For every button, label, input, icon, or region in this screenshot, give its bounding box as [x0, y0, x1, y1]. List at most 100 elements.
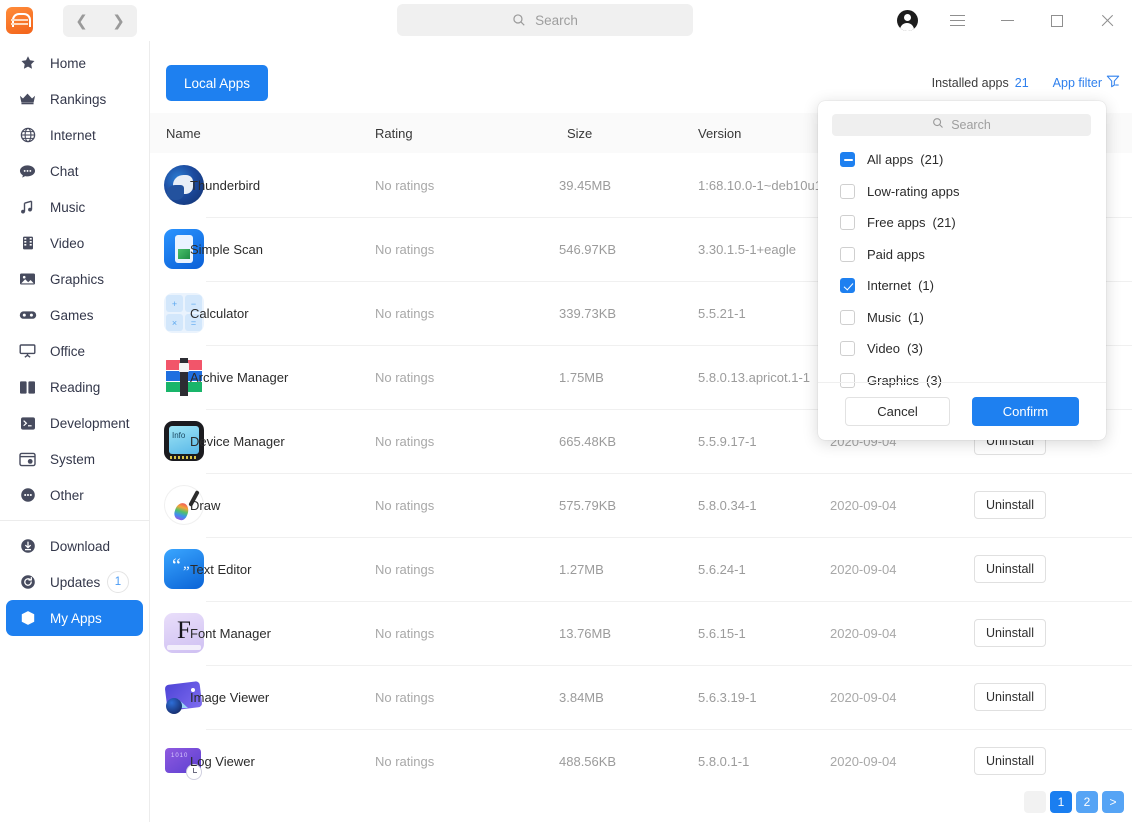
sidebar-item-rankings[interactable]: Rankings: [6, 81, 143, 117]
system-icon: [18, 452, 37, 467]
pagination: < 1 2 >: [1024, 791, 1124, 813]
app-name: Text Editor: [190, 562, 251, 577]
filter-option-all-apps[interactable]: All apps(21): [818, 144, 1106, 176]
pagination-next[interactable]: >: [1102, 791, 1124, 813]
crown-icon: [18, 91, 37, 107]
app-rating: No ratings: [375, 306, 434, 321]
filter-option-list: All apps(21)Low-rating appsFree apps(21)…: [818, 144, 1106, 396]
filter-option-count: (1): [918, 278, 934, 293]
filter-option-low-rating-apps[interactable]: Low-rating apps: [818, 176, 1106, 208]
sidebar-item-download[interactable]: Download: [6, 528, 143, 564]
star-icon: [18, 55, 37, 71]
sidebar-item-home[interactable]: Home: [6, 45, 143, 81]
sidebar-item-video[interactable]: Video: [6, 225, 143, 261]
search-icon: [512, 13, 526, 27]
menu-button[interactable]: [932, 0, 982, 41]
filter-icon: [1106, 74, 1120, 91]
app-size: 546.97KB: [559, 242, 616, 257]
checkbox-icon[interactable]: [840, 184, 855, 199]
book-icon: [18, 380, 37, 395]
uninstall-button[interactable]: Uninstall: [974, 747, 1046, 775]
table-row[interactable]: 1010Log ViewerNo ratings488.56KB5.8.0.1-…: [150, 729, 1132, 793]
cube-icon: [18, 610, 37, 626]
sidebar-item-label: Updates: [50, 575, 100, 590]
global-search-input[interactable]: Search: [397, 4, 693, 36]
app-size: 575.79KB: [559, 498, 616, 513]
filter-option-label: Paid apps: [867, 247, 925, 262]
sidebar-item-label: Download: [50, 539, 110, 554]
pagination-prev[interactable]: <: [1024, 791, 1046, 813]
checkbox-icon[interactable]: [840, 278, 855, 293]
filter-option-paid-apps[interactable]: Paid apps: [818, 239, 1106, 271]
uninstall-button-wrap: Uninstall: [974, 683, 1046, 711]
filter-option-video[interactable]: Video(3): [818, 333, 1106, 365]
sidebar-item-my-apps[interactable]: My Apps: [6, 600, 143, 636]
sidebar-item-system[interactable]: System: [6, 441, 143, 477]
filter-option-label: Internet: [867, 278, 911, 293]
table-row[interactable]: DrawNo ratings575.79KB5.8.0.34-12020-09-…: [150, 473, 1132, 537]
sidebar-item-label: Other: [50, 488, 84, 503]
checkbox-icon[interactable]: [840, 247, 855, 262]
minimize-button[interactable]: [982, 0, 1032, 41]
checkbox-icon[interactable]: [840, 310, 855, 325]
pagination-page-2[interactable]: 2: [1076, 791, 1098, 813]
forward-button[interactable]: ❯: [100, 5, 137, 37]
uninstall-button[interactable]: Uninstall: [974, 619, 1046, 647]
app-size: 665.48KB: [559, 434, 616, 449]
installed-apps-label: Installed apps: [932, 76, 1009, 90]
sidebar-item-label: Reading: [50, 380, 100, 395]
table-row[interactable]: “”Text EditorNo ratings1.27MB5.6.24-1202…: [150, 537, 1132, 601]
app-name: Thunderbird: [190, 178, 260, 193]
app-name: Calculator: [190, 306, 249, 321]
sidebar-item-reading[interactable]: Reading: [6, 369, 143, 405]
film-icon: [18, 235, 37, 251]
app-version: 5.8.0.1-1: [698, 754, 749, 769]
app-size: 339.73KB: [559, 306, 616, 321]
uninstall-button[interactable]: Uninstall: [974, 491, 1046, 519]
sidebar-item-games[interactable]: Games: [6, 297, 143, 333]
sidebar-item-updates[interactable]: Updates1: [6, 564, 143, 600]
sidebar-item-office[interactable]: Office: [6, 333, 143, 369]
pagination-page-1[interactable]: 1: [1050, 791, 1072, 813]
sidebar-item-internet[interactable]: Internet: [6, 117, 143, 153]
app-rating: No ratings: [375, 626, 434, 641]
sidebar-divider: [0, 520, 149, 521]
filter-option-label: All apps: [867, 152, 913, 167]
sidebar-item-label: Development: [50, 416, 130, 431]
app-filter-button[interactable]: App filter: [1053, 74, 1120, 91]
confirm-button[interactable]: Confirm: [972, 397, 1079, 426]
cancel-button[interactable]: Cancel: [845, 397, 950, 426]
uninstall-button[interactable]: Uninstall: [974, 555, 1046, 583]
filter-option-label: Music: [867, 310, 901, 325]
back-button[interactable]: ❮: [63, 5, 100, 37]
app-rating: No ratings: [375, 178, 434, 193]
app-rating: No ratings: [375, 242, 434, 257]
app-window: ❮ ❯ Search HomeRankingsInternetChatMusic…: [0, 0, 1132, 822]
uninstall-button[interactable]: Uninstall: [974, 683, 1046, 711]
checkbox-icon[interactable]: [840, 215, 855, 230]
app-version: 1:68.10.0-1~deb10u1: [698, 178, 822, 193]
sidebar-item-development[interactable]: Development: [6, 405, 143, 441]
app-install-date: 2020-09-04: [830, 626, 897, 641]
local-apps-button[interactable]: Local Apps: [166, 65, 268, 101]
filter-option-internet[interactable]: Internet (1): [818, 270, 1106, 302]
maximize-button[interactable]: [1032, 0, 1082, 41]
sidebar-item-graphics[interactable]: Graphics: [6, 261, 143, 297]
sidebar-item-chat[interactable]: Chat: [6, 153, 143, 189]
sidebar-item-music[interactable]: Music: [6, 189, 143, 225]
app-version: 5.6.24-1: [698, 562, 746, 577]
filter-option-free-apps[interactable]: Free apps(21): [818, 207, 1106, 239]
app-name: Image Viewer: [190, 690, 269, 705]
table-row[interactable]: Image ViewerNo ratings3.84MB5.6.3.19-120…: [150, 665, 1132, 729]
account-button[interactable]: [882, 0, 932, 41]
filter-search-input[interactable]: Search: [832, 114, 1091, 136]
sidebar-item-label: Home: [50, 56, 86, 71]
app-filter-label: App filter: [1053, 76, 1102, 90]
table-row[interactable]: Font ManagerNo ratings13.76MB5.6.15-1202…: [150, 601, 1132, 665]
app-size: 1.75MB: [559, 370, 604, 385]
checkbox-icon[interactable]: [840, 152, 855, 167]
sidebar-item-other[interactable]: Other: [6, 477, 143, 513]
filter-option-music[interactable]: Music(1): [818, 302, 1106, 334]
close-button[interactable]: [1082, 0, 1132, 41]
checkbox-icon[interactable]: [840, 341, 855, 356]
